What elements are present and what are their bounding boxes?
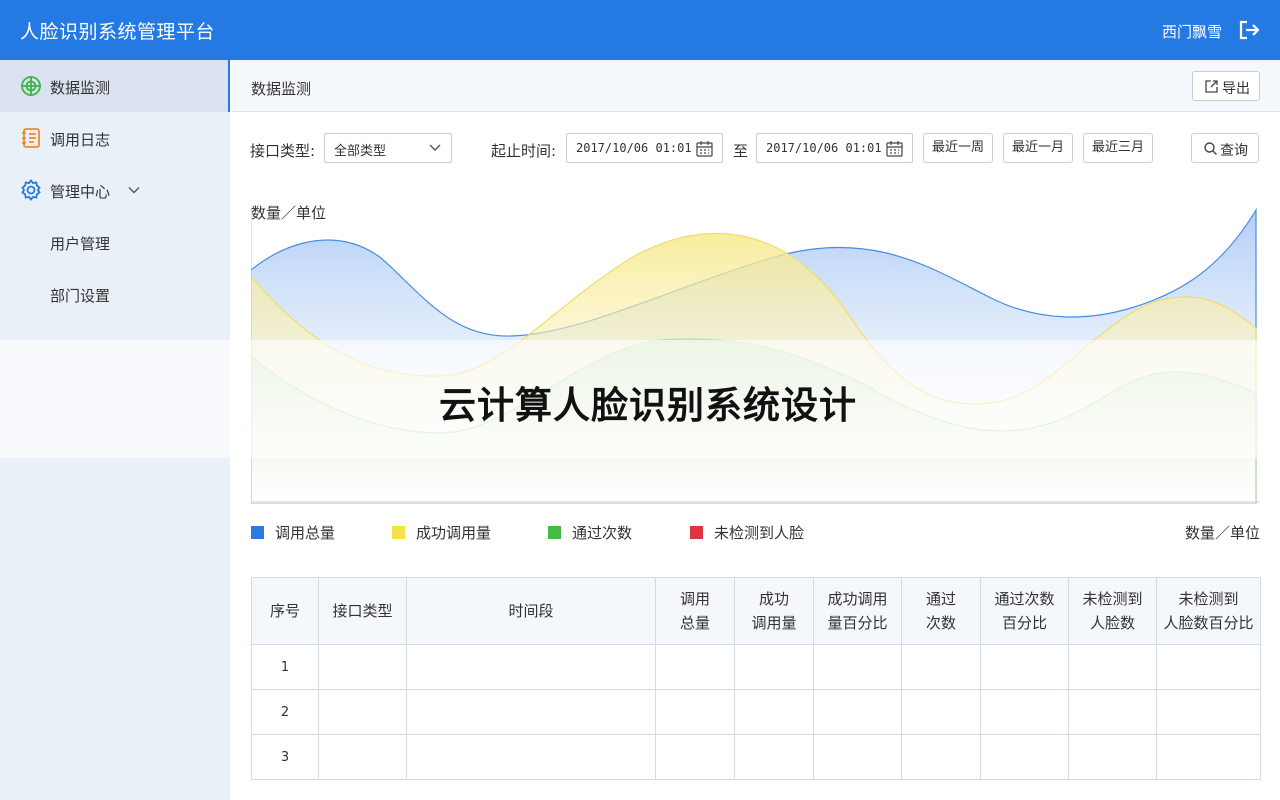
- end-date-input[interactable]: 2017/10/06 01:01: [756, 133, 913, 163]
- table-cell: 3: [251, 734, 319, 780]
- table-cell: [318, 734, 407, 780]
- table-header-cell: 序号: [251, 577, 319, 645]
- last-month-button[interactable]: 最近一月: [1003, 133, 1073, 163]
- chevron-down-icon: [429, 144, 441, 151]
- notebook-icon: [20, 127, 42, 149]
- table-header-row: 序号 接口类型 时间段 调用 总量 成功 调用量 成功调用 量百分比 通过 次数 通过次数 百…: [251, 577, 1261, 645]
- start-date-input[interactable]: 2017/10/06 01:01: [566, 133, 723, 163]
- time-range-label: 起止时间:: [491, 142, 557, 160]
- calendar-icon: [696, 141, 713, 157]
- table-row: 3: [251, 734, 1261, 780]
- table-header-cell: 通过 次数: [901, 577, 981, 645]
- search-button[interactable]: 查询: [1191, 133, 1259, 163]
- end-date-value: 2017/10/06 01:01: [766, 141, 882, 155]
- table-cell: [813, 689, 902, 735]
- table-cell: [406, 734, 656, 780]
- chevron-down-icon: [127, 183, 141, 197]
- sidebar-item-label: 调用日志: [50, 131, 111, 149]
- user-name[interactable]: 西门飘雪: [1162, 21, 1222, 42]
- table-cell: [1068, 644, 1157, 690]
- last-week-button[interactable]: 最近一周: [923, 133, 993, 163]
- last-three-months-button[interactable]: 最近三月: [1083, 133, 1153, 163]
- table-cell: 1: [251, 644, 319, 690]
- table-cell: [901, 734, 981, 780]
- table-cell: [406, 644, 656, 690]
- external-link-icon: [1205, 80, 1218, 93]
- table-header-cell: 成功 调用量: [734, 577, 814, 645]
- legend-label: 调用总量: [275, 524, 336, 542]
- sidebar-item-label: 数据监测: [50, 79, 111, 97]
- legend-swatch: [392, 526, 405, 539]
- radar-icon: [20, 75, 42, 97]
- table-cell: [901, 689, 981, 735]
- sidebar-item-department-settings[interactable]: 部门设置: [0, 268, 230, 320]
- table-header-cell: 调用 总量: [655, 577, 735, 645]
- calendar-icon: [886, 141, 903, 157]
- table-cell: [655, 734, 735, 780]
- table-cell: [1068, 734, 1157, 780]
- table-cell: [318, 689, 407, 735]
- to-label: 至: [733, 142, 749, 160]
- sidebar-item-data-monitor[interactable]: 数据监测: [0, 60, 230, 112]
- export-label: 导出: [1222, 81, 1250, 97]
- table-header-cell: 成功调用 量百分比: [813, 577, 902, 645]
- table-cell: [813, 644, 902, 690]
- table-header-cell: 未检测到 人脸数: [1068, 577, 1157, 645]
- breadcrumb: 数据监测 导出: [231, 60, 1280, 112]
- table-header-cell: 接口类型: [318, 577, 407, 645]
- page-title: 数据监测: [251, 80, 312, 98]
- table-cell: [406, 689, 656, 735]
- legend-label: 通过次数: [572, 524, 633, 542]
- table-row: 2: [251, 689, 1261, 735]
- table-row: 1: [251, 644, 1261, 690]
- table-cell: [1156, 644, 1261, 690]
- table-cell: [980, 689, 1069, 735]
- table-cell: [1156, 734, 1261, 780]
- legend-swatch: [251, 526, 264, 539]
- sidebar-item-label: 管理中心: [50, 183, 111, 201]
- banner-title: 云计算人脸识别系统设计: [439, 384, 857, 427]
- interface-type-label: 接口类型:: [250, 142, 316, 160]
- table-cell: 2: [251, 689, 319, 735]
- gear-icon: [20, 179, 42, 201]
- table-cell: [1068, 689, 1157, 735]
- table-cell: [655, 689, 735, 735]
- table-cell: [980, 644, 1069, 690]
- sidebar-item-user-management[interactable]: 用户管理: [0, 216, 230, 268]
- search-icon: [1204, 142, 1217, 155]
- table-cell: [318, 644, 407, 690]
- table-header-cell: 时间段: [406, 577, 656, 645]
- search-label: 查询: [1220, 143, 1248, 159]
- export-button[interactable]: 导出: [1192, 71, 1260, 101]
- table-cell: [734, 644, 814, 690]
- table-header-cell: 未检测到 人脸数百分比: [1156, 577, 1261, 645]
- table-header-cell: 通过次数 百分比: [980, 577, 1069, 645]
- legend-swatch: [548, 526, 561, 539]
- chart-unit-label: 数量／单位: [1184, 524, 1260, 542]
- statistics-table: 序号 接口类型 时间段 调用 总量 成功 调用量 成功调用 量百分比 通过 次数 通过次数 百…: [251, 577, 1261, 780]
- sidebar-item-label: 用户管理: [50, 235, 111, 253]
- start-date-value: 2017/10/06 01:01: [576, 141, 692, 155]
- table-cell: [1156, 689, 1261, 735]
- sidebar-item-admin-center[interactable]: 管理中心: [0, 164, 230, 216]
- table-cell: [813, 734, 902, 780]
- top-bar: 人脸识别系统管理平台 西门飘雪: [0, 0, 1280, 60]
- legend-label: 成功调用量: [416, 524, 492, 542]
- table-cell: [655, 644, 735, 690]
- interface-type-select[interactable]: 全部类型: [324, 133, 452, 163]
- table-cell: [734, 689, 814, 735]
- logout-icon[interactable]: [1238, 19, 1262, 43]
- table-cell: [980, 734, 1069, 780]
- table-cell: [734, 734, 814, 780]
- app-title: 人脸识别系统管理平台: [20, 21, 216, 43]
- sidebar-item-call-log[interactable]: 调用日志: [0, 112, 230, 164]
- legend-swatch: [690, 526, 703, 539]
- interface-type-value: 全部类型: [334, 144, 387, 159]
- table-cell: [901, 644, 981, 690]
- sidebar-item-label: 部门设置: [50, 287, 111, 305]
- legend-label: 未检测到人脸: [714, 524, 805, 542]
